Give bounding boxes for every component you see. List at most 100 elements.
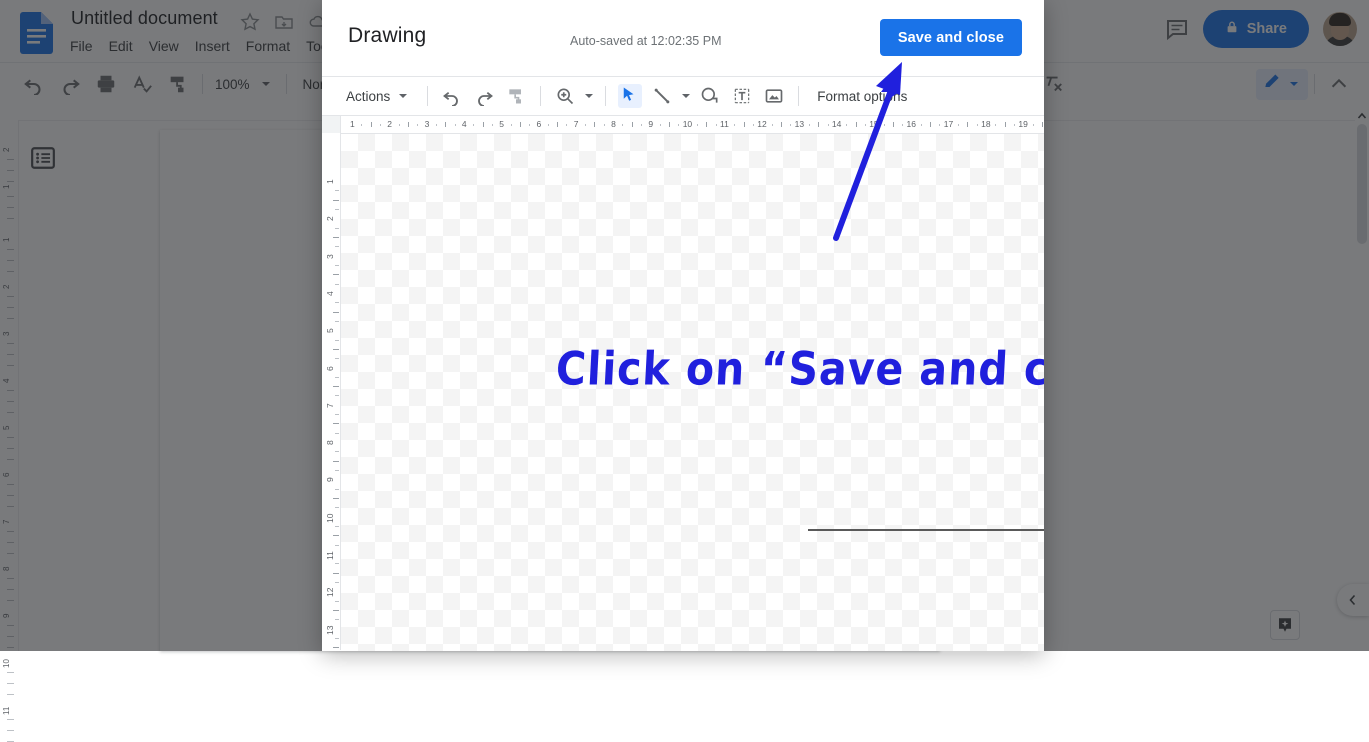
ruler-label: 4 [325, 291, 335, 296]
ruler-label: 7 [574, 119, 579, 129]
ruler-label: 5 [499, 119, 504, 129]
toolbar-divider [798, 86, 799, 106]
drawing-horizontal-ruler[interactable]: 12345678910111213141516171819 [322, 116, 1044, 134]
ruler-label: 15 [869, 119, 878, 129]
ruler-tick [529, 124, 530, 126]
ruler-tick [856, 122, 857, 127]
text-box-icon[interactable] [732, 86, 752, 106]
ruler-tick [333, 274, 339, 275]
ruler-label: 1 [350, 119, 355, 129]
ruler-tick [930, 122, 931, 127]
ruler-tick [333, 237, 339, 238]
ruler-tick [660, 124, 661, 126]
ruler-tick [333, 610, 339, 611]
ruler-label: 9 [648, 119, 653, 129]
annotation-text: Click on “Save and close” [555, 342, 1044, 396]
ruler-tick [967, 122, 968, 127]
ruler-tick [436, 124, 437, 126]
ruler-tick [380, 124, 381, 126]
ruler-tick [781, 122, 782, 127]
drawing-vertical-ruler[interactable]: 1234567891011121314 [322, 133, 341, 650]
ruler-tick [995, 124, 996, 126]
chevron-down-icon [399, 94, 407, 98]
ruler-label: 2 [325, 217, 335, 222]
ruler-tick [557, 122, 558, 127]
ruler-tick [335, 545, 339, 546]
actions-menu[interactable]: Actions [338, 89, 419, 104]
drawn-line-shape[interactable] [808, 529, 1044, 531]
zoom-icon[interactable] [555, 86, 575, 106]
ruler-tick [333, 312, 339, 313]
toolbar-divider [427, 86, 428, 106]
ruler-label: 16 [907, 119, 916, 129]
redo-icon[interactable] [474, 86, 494, 106]
ruler-tick [828, 124, 829, 126]
ruler-tick [335, 619, 339, 620]
select-arrow-icon[interactable] [618, 84, 642, 108]
ruler-tick [678, 124, 679, 126]
shape-icon[interactable] [700, 86, 720, 106]
toolbar-divider [540, 86, 541, 106]
ruler-label: 6 [325, 366, 335, 371]
undo-icon[interactable] [442, 86, 462, 106]
ruler-label: 13 [795, 119, 804, 129]
ruler-tick [511, 124, 512, 126]
ruler-tick [706, 122, 707, 127]
ruler-tick [335, 228, 339, 229]
ruler-tick [566, 124, 567, 126]
ruler-tick [417, 124, 418, 126]
ruler-tick [1033, 124, 1034, 126]
ruler-label: 5 [325, 328, 335, 333]
ruler-label: 2 [387, 119, 392, 129]
ruler-tick [335, 526, 339, 527]
drawing-canvas-area: 12345678910111213141516171819 1234567891… [322, 116, 1044, 651]
ruler-tick [335, 395, 339, 396]
ruler-tick [335, 489, 339, 490]
ruler-tick [846, 124, 847, 126]
ruler-tick [335, 302, 339, 303]
ruler-tick [335, 284, 339, 285]
ruler-tick [335, 265, 339, 266]
ruler-tick [790, 124, 791, 126]
autosave-status: Auto-saved at 12:02:35 PM [570, 34, 721, 48]
chevron-down-icon[interactable] [682, 94, 690, 98]
drawing-canvas[interactable]: Click on “Save and close” [341, 134, 1044, 651]
ruler-tick [335, 563, 339, 564]
ruler-tick [893, 122, 894, 127]
ruler-tick [408, 122, 409, 127]
ruler-label: 10 [325, 513, 335, 522]
line-icon[interactable] [652, 86, 672, 106]
ruler-tick [7, 730, 14, 731]
ruler-tick [371, 122, 372, 127]
save-and-close-button[interactable]: Save and close [880, 19, 1022, 56]
ruler-tick [716, 124, 717, 126]
paint-format-icon[interactable] [506, 86, 526, 106]
drawing-toolbar: Actions Format options [322, 77, 1044, 116]
ruler-tick [399, 124, 400, 126]
ruler-label: 13 [325, 625, 335, 634]
ruler-tick [594, 122, 595, 127]
drawing-dialog-header: Drawing Auto-saved at 12:02:35 PM Save a… [322, 0, 1044, 77]
image-icon[interactable] [764, 86, 784, 106]
ruler-tick [818, 122, 819, 127]
ruler-label: 7 [325, 403, 335, 408]
ruler-tick [753, 124, 754, 126]
ruler-tick [1042, 122, 1043, 127]
ruler-tick [772, 124, 773, 126]
ruler-tick [473, 124, 474, 126]
ruler-tick [333, 535, 339, 536]
ruler-tick [734, 124, 735, 126]
ruler-tick [520, 122, 521, 127]
ruler-label: 3 [325, 254, 335, 259]
ruler-tick [335, 414, 339, 415]
ruler-tick [7, 683, 14, 684]
format-options-button[interactable]: Format options [817, 89, 907, 104]
ruler-tick [333, 200, 339, 201]
ruler-label: 19 [1018, 119, 1027, 129]
ruler-tick [335, 377, 339, 378]
ruler-label: 1 [325, 179, 335, 184]
chevron-down-icon[interactable] [585, 94, 593, 98]
ruler-tick [7, 672, 14, 673]
drawing-dialog: Drawing Auto-saved at 12:02:35 PM Save a… [322, 0, 1044, 651]
ruler-label: 11 [325, 551, 335, 560]
